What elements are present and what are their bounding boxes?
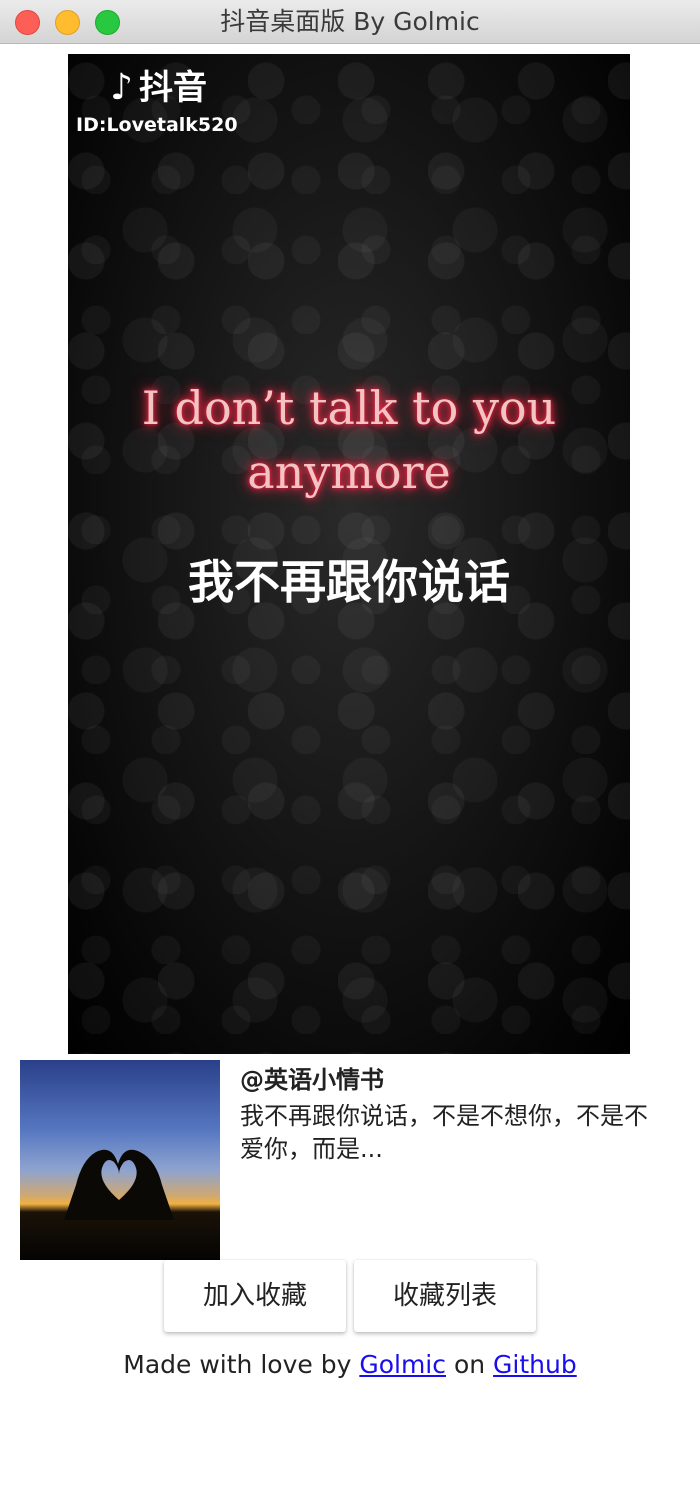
github-link[interactable]: Github [493,1350,577,1379]
author-name[interactable]: @英语小情书 [240,1060,384,1095]
video-user-id: ID:Lovetalk520 [76,114,238,136]
video-player[interactable]: ♪ 抖音 ID:Lovetalk520 I don’t talk to you … [68,54,630,1054]
video-description: 我不再跟你说话，不是不想你，不是不爱你，而是... [240,1102,648,1163]
add-favorite-button[interactable]: 加入收藏 [164,1260,346,1332]
title-bar[interactable]: 抖音桌面版 By Golmic [0,0,700,44]
favorite-list-button[interactable]: 收藏列表 [354,1260,536,1332]
author-link[interactable]: Golmic [359,1350,446,1379]
window-title: 抖音桌面版 By Golmic [220,7,480,36]
caption-en-line-2: anymore [247,445,451,499]
heart-hands-image [64,1149,174,1220]
music-note-icon: ♪ [110,67,133,108]
video-caption-english: I don’t talk to you anymore [68,376,630,504]
app-window: 抖音桌面版 By Golmic ♪ 抖音 ID:Lovetalk520 I do… [0,0,700,1500]
footer: Made with love by Golmic on Github [0,1350,700,1379]
footer-prefix: Made with love by [123,1350,352,1379]
caption-en-line-1: I don’t talk to you [141,381,557,435]
author-thumbnail[interactable] [20,1060,220,1260]
video-caption-chinese: 我不再跟你说话 [188,555,510,609]
tiktok-brand-text: 抖音 [138,68,207,108]
tiktok-logo: ♪ 抖音 [110,67,207,109]
footer-middle: on [453,1350,486,1379]
